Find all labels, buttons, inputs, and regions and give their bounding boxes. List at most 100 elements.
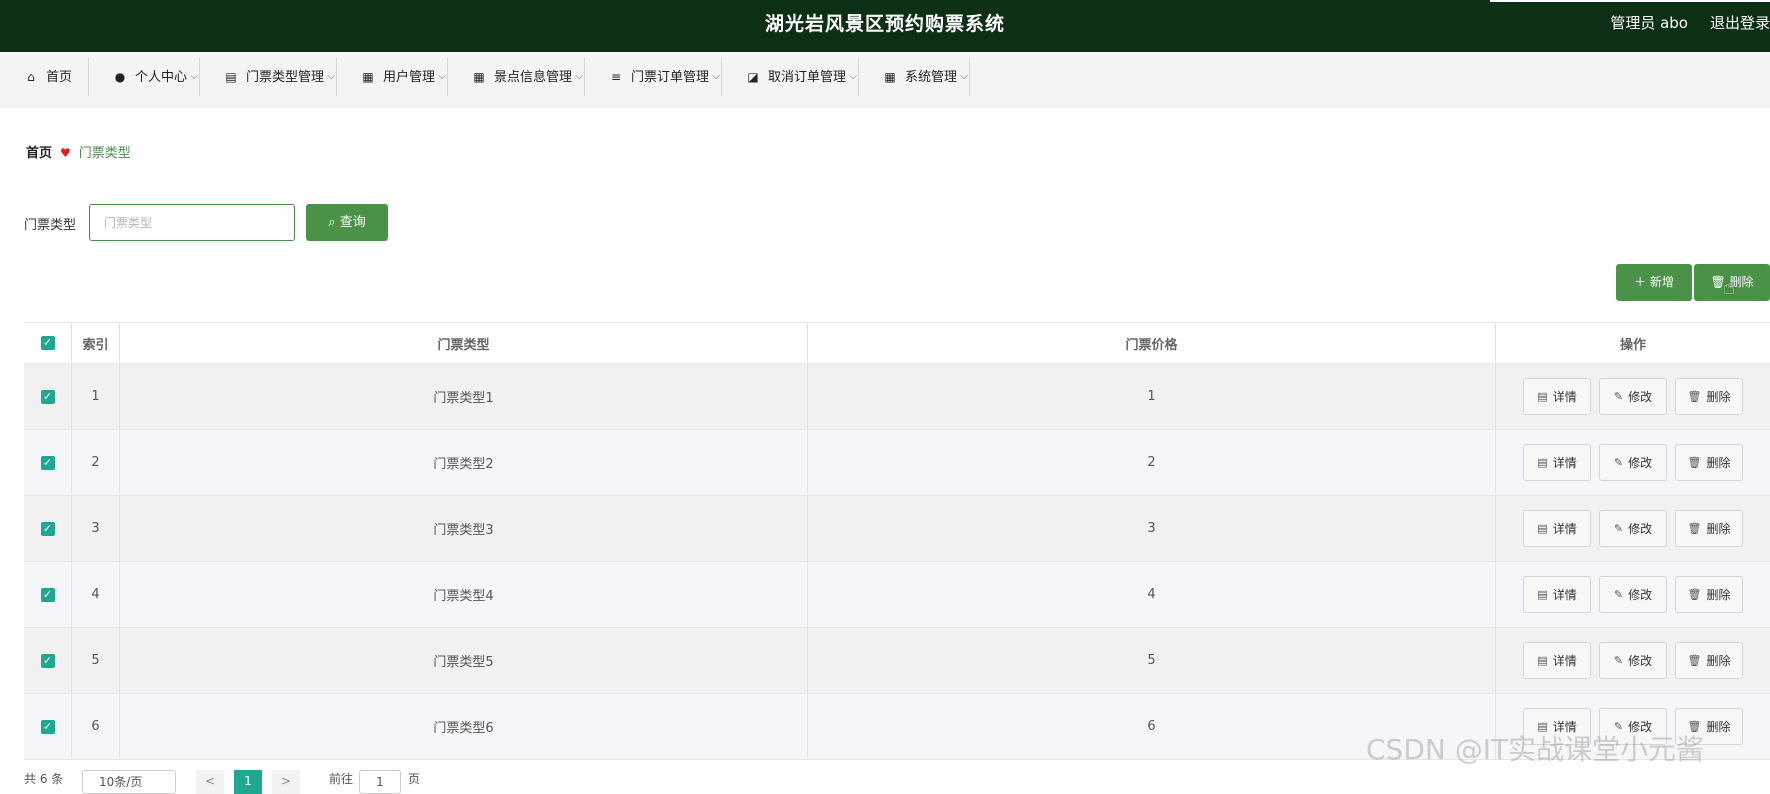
row-checkbox[interactable]: ✓ — [40, 719, 55, 734]
nav-item-user-mgmt[interactable]: ▦ 用户管理 ⌵ — [337, 58, 448, 96]
trash-icon: 🗑 — [1687, 390, 1702, 403]
row-index: 3 — [72, 496, 120, 561]
pointer-cursor-icon: ☝ — [1723, 275, 1736, 299]
prev-page-button[interactable]: < — [196, 770, 224, 794]
edit-button[interactable]: ✎ 修改 — [1599, 378, 1667, 415]
select-all-checkbox[interactable]: ✓ — [40, 336, 55, 350]
header-type: 门票类型 — [120, 323, 808, 363]
clipboard-icon: ▤ — [225, 70, 237, 84]
trash-icon: 🗑 — [1687, 456, 1702, 469]
row-type: 门票类型2 — [120, 430, 808, 495]
row-index: 4 — [72, 562, 120, 627]
edit-button[interactable]: ✎ 修改 — [1599, 576, 1667, 613]
edit-label: 修改 — [1628, 390, 1653, 404]
row-type: 门票类型4 — [120, 562, 808, 627]
delete-button[interactable]: 🗑 删除 — [1675, 642, 1743, 679]
detail-button[interactable]: ▤ 详情 — [1523, 444, 1591, 481]
edit-label: 修改 — [1628, 654, 1653, 668]
edit-button[interactable]: ✎ 修改 — [1599, 642, 1667, 679]
nav-item-personal-center[interactable]: ● 个人中心 ⌵ — [89, 58, 200, 96]
document-icon: ▤ — [1537, 456, 1548, 469]
goto-label: 前往 — [329, 772, 354, 786]
grid-icon: ▦ — [473, 70, 485, 84]
row-price: 5 — [808, 628, 1496, 693]
goto-suffix: 页 — [408, 772, 421, 786]
row-index: 2 — [72, 430, 120, 495]
row-checkbox-cell: ✓ — [24, 430, 72, 495]
row-checkbox[interactable]: ✓ — [40, 455, 55, 470]
detail-button[interactable]: ▤ 详情 — [1523, 378, 1591, 415]
pencil-icon: ✎ — [1613, 654, 1624, 667]
table-row: ✓ 5 门票类型5 5 ▤ 详情 ✎ 修改 🗑 删除 — [24, 628, 1770, 694]
detail-button[interactable]: ▤ 详情 — [1523, 576, 1591, 613]
row-actions: ▤ 详情 ✎ 修改 🗑 删除 — [1496, 628, 1770, 693]
row-price: 4 — [808, 562, 1496, 627]
page-number-button[interactable]: 1 — [234, 770, 262, 794]
add-button[interactable]: ＋ 新增 — [1616, 264, 1692, 301]
main-nav: ⌂ 首页 ● 个人中心 ⌵ ▤ 门票类型管理 ⌵ ▦ 用户管理 ⌵ ▦ 景点信息管理 ⌵ ≡ 门票订… — [0, 52, 1770, 108]
row-actions: ▤ 详情 ✎ 修改 🗑 删除 — [1496, 496, 1770, 561]
row-type: 门票类型3 — [120, 496, 808, 561]
delete-button[interactable]: 🗑 删除 — [1675, 510, 1743, 547]
header-ops: 操作 — [1619, 337, 1646, 353]
goto-page-input[interactable]: 1 — [359, 770, 401, 794]
plus-icon: ＋ — [1634, 275, 1647, 289]
nav-item-system[interactable]: ▦ 系统管理 ⌵ — [859, 58, 970, 96]
nav-item-label: 个人中心 — [135, 70, 188, 85]
detail-label: 详情 — [1552, 522, 1577, 536]
add-button-label: 新增 — [1649, 275, 1674, 289]
table-row: ✓ 2 门票类型2 2 ▤ 详情 ✎ 修改 🗑 删除 — [24, 430, 1770, 496]
nav-item-label: 景点信息管理 — [494, 70, 573, 85]
header-price: 门票价格 — [808, 323, 1496, 363]
nav-item-home[interactable]: ⌂ 首页 — [0, 58, 89, 96]
nav-item-ticket-order[interactable]: ≡ 门票订单管理 ⌵ — [585, 58, 722, 96]
document-icon: ▤ — [1537, 654, 1548, 667]
nav-item-cancel-order[interactable]: ◪ 取消订单管理 ⌵ — [722, 58, 859, 96]
search-input[interactable] — [89, 204, 295, 241]
chevron-down-icon: ⌵ — [849, 71, 857, 82]
delete-label: 删除 — [1706, 522, 1731, 536]
row-checkbox[interactable]: ✓ — [40, 389, 55, 404]
table-row: ✓ 1 门票类型1 1 ▤ 详情 ✎ 修改 🗑 删除 — [24, 364, 1770, 430]
row-checkbox-cell: ✓ — [24, 496, 72, 561]
row-price: 1 — [808, 364, 1496, 429]
edit-button[interactable]: ✎ 修改 — [1599, 444, 1667, 481]
system-title: 湖光岩风景区预约购票系统 — [764, 13, 1005, 35]
row-checkbox-cell: ✓ — [24, 628, 72, 693]
delete-button[interactable]: 🗑 删除 — [1675, 378, 1743, 415]
search-button[interactable]: ⌕ 查询 — [306, 204, 388, 241]
row-price: 3 — [808, 496, 1496, 561]
current-user: 管理员 abo — [1610, 14, 1688, 32]
page-size-select[interactable]: 10条/页 — [82, 770, 176, 794]
row-type: 门票类型1 — [120, 364, 808, 429]
header-index: 索引 — [72, 323, 120, 363]
trash-icon: 🗑 — [1687, 654, 1702, 667]
row-checkbox-cell: ✓ — [24, 694, 72, 759]
pencil-icon: ✎ — [1613, 456, 1624, 469]
chevron-down-icon: ⌵ — [190, 71, 198, 82]
nav-item-scenic-info[interactable]: ▦ 景点信息管理 ⌵ — [448, 58, 585, 96]
logout-link[interactable]: 退出登录 — [1710, 0, 1770, 46]
row-type: 门票类型6 — [120, 694, 808, 759]
delete-button[interactable]: 🗑 删除 — [1675, 576, 1743, 613]
pagination-total: 共 6 条 — [24, 772, 64, 786]
detail-label: 详情 — [1552, 588, 1577, 602]
heart-icon: ♥ — [60, 146, 71, 160]
row-checkbox[interactable]: ✓ — [40, 587, 55, 602]
row-actions: ▤ 详情 ✎ 修改 🗑 删除 — [1496, 364, 1770, 429]
row-checkbox[interactable]: ✓ — [40, 653, 55, 668]
breadcrumb-home[interactable]: 首页 — [26, 146, 52, 161]
edit-button[interactable]: ✎ 修改 — [1599, 510, 1667, 547]
row-checkbox-cell: ✓ — [24, 562, 72, 627]
header-checkbox-cell: ✓ — [24, 323, 72, 363]
next-page-button[interactable]: > — [272, 770, 300, 794]
delete-button[interactable]: 🗑 删除 — [1675, 444, 1743, 481]
detail-button[interactable]: ▤ 详情 — [1523, 642, 1591, 679]
row-checkbox-cell: ✓ — [24, 364, 72, 429]
detail-button[interactable]: ▤ 详情 — [1523, 510, 1591, 547]
nav-item-ticket-type[interactable]: ▤ 门票类型管理 ⌵ — [200, 58, 337, 96]
pencil-icon: ✎ — [1613, 522, 1624, 535]
row-checkbox[interactable]: ✓ — [40, 521, 55, 536]
table-header: ✓ 索引 门票类型 门票价格 操作 — [24, 322, 1770, 364]
chevron-down-icon: ⌵ — [960, 71, 968, 82]
